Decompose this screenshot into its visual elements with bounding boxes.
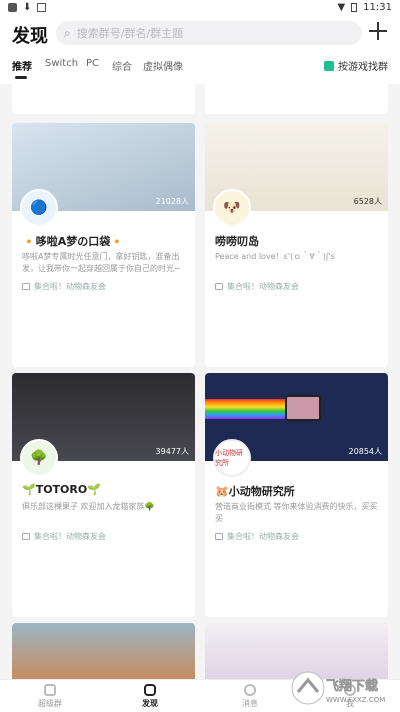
notification-icon xyxy=(37,3,47,12)
nav-label: 发现 xyxy=(142,699,158,708)
group-avatar: 🔵 xyxy=(20,189,58,227)
group-description: 俱乐部这棵果子 欢迎加入龙猫家族🌳 xyxy=(22,502,155,511)
member-count: 20854人 xyxy=(348,447,382,456)
group-description: 营造商业街模式 等你来体验消费的快乐，买买买 xyxy=(215,502,378,523)
group-card[interactable]: 39477人 🌳 🌱TOTORO🌱 俱乐部这棵果子 欢迎加入龙猫家族🌳 集合啦！… xyxy=(12,373,195,617)
search-input[interactable]: ⌕ 搜索群号/群名/群主题 xyxy=(56,21,362,45)
group-tags: 集合啦！动物森友会 xyxy=(22,531,106,542)
page-title: 发现 xyxy=(12,26,48,47)
status-bar: ⬇ ▼ 11:31 xyxy=(0,0,400,16)
rainbow-graphic xyxy=(205,399,285,419)
download-icon: ⬇ xyxy=(23,2,32,13)
shield-icon xyxy=(8,3,17,12)
group-description: Peace and love！ε'(ｏ＾∀＾)ʃ's xyxy=(215,252,335,261)
message-icon xyxy=(244,684,256,696)
group-name: 🐹小动物研究所 xyxy=(215,485,295,498)
controller-icon xyxy=(22,283,30,290)
group-name: 唠唠叨岛 xyxy=(215,235,259,248)
discover-icon xyxy=(144,684,156,696)
group-card[interactable]: 20854人 小动物研究所 🐹小动物研究所 营造商业街模式 等你来体验消费的快乐… xyxy=(205,373,388,617)
tab-comprehensive[interactable]: 综合 xyxy=(112,58,132,73)
group-tags: 集合啦！动物森友会 xyxy=(215,281,299,292)
member-count: 21028人 xyxy=(155,197,189,206)
group-feed: 21028人 🔵 🔸哆啦A梦の口袋🔸 哆啦A梦专属时光任意门，拿好钥匙，准备出发… xyxy=(0,84,400,679)
find-by-game-button[interactable]: 按游戏找群 xyxy=(324,58,388,73)
group-avatar: 🌳 xyxy=(20,439,58,477)
controller-icon xyxy=(22,533,30,540)
find-by-game-label: 按游戏找群 xyxy=(338,62,388,73)
controller-icon xyxy=(215,533,223,540)
group-card-partial[interactable] xyxy=(205,84,388,114)
super-group-icon xyxy=(44,684,56,696)
group-tags: 集合啦！动物森友会 xyxy=(215,531,299,542)
category-tabs: 推荐 Switch PC 综合 虚拟偶像 按游戏找群 xyxy=(0,50,400,84)
group-card-partial[interactable] xyxy=(12,84,195,114)
search-placeholder: 搜索群号/群名/群主题 xyxy=(76,27,184,40)
group-name: 🔸哆啦A梦の口袋🔸 xyxy=(22,235,124,248)
battery-icon xyxy=(351,3,358,12)
tab-switch[interactable]: Switch xyxy=(45,58,78,69)
wifi-icon: ▼ xyxy=(337,2,346,13)
game-icon xyxy=(324,60,334,71)
member-count: 39477人 xyxy=(155,447,189,456)
group-card-partial[interactable] xyxy=(12,623,195,679)
nav-messages[interactable]: 消息 xyxy=(220,684,280,709)
watermark-text: 飞翔下载 xyxy=(326,678,378,694)
search-icon: ⌕ xyxy=(64,25,71,40)
group-avatar: 🐶 xyxy=(213,189,251,227)
nav-discover[interactable]: 发现 xyxy=(120,684,180,709)
group-card[interactable]: 21028人 🔵 🔸哆啦A梦の口袋🔸 哆啦A梦专属时光任意门，拿好钥匙，准备出发… xyxy=(12,123,195,367)
group-name: 🌱TOTORO🌱 xyxy=(22,483,101,496)
tab-pc[interactable]: PC xyxy=(86,58,99,69)
tab-virtual-idol[interactable]: 虚拟偶像 xyxy=(143,58,183,73)
header: 发现 ⌕ 搜索群号/群名/群主题 xyxy=(0,16,400,50)
controller-icon xyxy=(215,283,223,290)
group-card[interactable]: 6528人 🐶 唠唠叨岛 Peace and love！ε'(ｏ＾∀＾)ʃ's … xyxy=(205,123,388,367)
group-avatar: 小动物研究所 xyxy=(213,439,251,477)
group-tag-label: 集合啦！动物森友会 xyxy=(34,282,106,291)
nav-label: 消息 xyxy=(242,699,258,708)
status-time: 11:31 xyxy=(363,2,392,13)
group-description: 哆啦A梦专属时光任意门，拿好钥匙，准备出发，让我带你一起穿越回属于你自己的时光~ xyxy=(22,252,181,273)
nyan-cat-graphic xyxy=(285,395,321,421)
tab-recommend[interactable]: 推荐 xyxy=(12,58,32,79)
group-tag-label: 集合啦！动物森友会 xyxy=(227,532,299,541)
nav-label: 超级群 xyxy=(38,699,62,708)
group-tag-label: 集合啦！动物森友会 xyxy=(227,282,299,291)
group-tag-label: 集合啦！动物森友会 xyxy=(34,532,106,541)
group-tags: 集合啦！动物森友会 xyxy=(22,281,106,292)
watermark-logo: 飞翔下载 WWW.FXXZ.COM xyxy=(291,671,385,705)
watermark-url: WWW.FXXZ.COM xyxy=(326,696,385,704)
add-icon[interactable] xyxy=(366,19,390,43)
nav-super-group[interactable]: 超级群 xyxy=(20,684,80,709)
member-count: 6528人 xyxy=(353,197,382,206)
